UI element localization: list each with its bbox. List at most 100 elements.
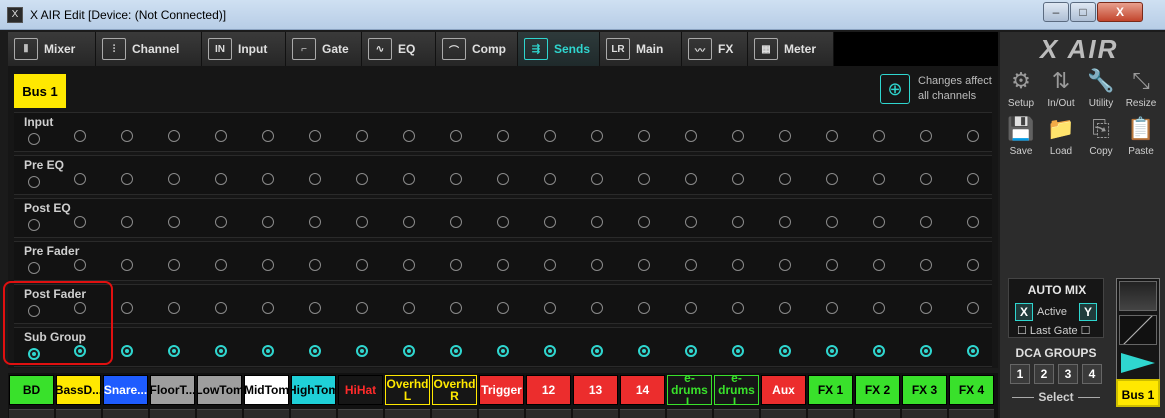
send-point-radio[interactable] (685, 259, 697, 271)
send-point-radio[interactable] (779, 173, 791, 185)
channel-strip-handle[interactable] (714, 409, 759, 418)
copy-button[interactable]: ⎘ Copy (1082, 114, 1120, 157)
channel-button[interactable]: Overhd L (385, 375, 430, 405)
channel-strip-handle[interactable] (573, 409, 618, 418)
channel-button[interactable]: MidTom (244, 375, 289, 405)
send-point-radio[interactable] (356, 173, 368, 185)
send-point-radio[interactable] (497, 173, 509, 185)
channel-button[interactable]: 14 (620, 375, 665, 405)
tab-input[interactable]: IN Input (202, 32, 286, 66)
channel-strip-handle[interactable] (244, 409, 289, 418)
send-point-radio[interactable] (544, 216, 556, 228)
send-point-radio[interactable] (544, 302, 556, 314)
paste-button[interactable]: 📋 Paste (1122, 114, 1160, 157)
channel-strip-handle[interactable] (479, 409, 524, 418)
send-point-radio[interactable] (685, 130, 697, 142)
channel-button[interactable]: 13 (573, 375, 618, 405)
bus-badge[interactable]: Bus 1 (14, 74, 66, 108)
send-point-radio[interactable] (591, 259, 603, 271)
send-point-radio[interactable] (356, 302, 368, 314)
channel-strip-handle[interactable] (855, 409, 900, 418)
send-point-radio[interactable] (591, 130, 603, 142)
send-point-radio[interactable] (591, 302, 603, 314)
tab-gate[interactable]: ⌐ Gate (286, 32, 362, 66)
channel-button[interactable]: FX 2 (855, 375, 900, 405)
send-point-radio[interactable] (450, 130, 462, 142)
channel-button[interactable]: BD (9, 375, 54, 405)
send-point-radio[interactable] (215, 302, 227, 314)
automix-x-button[interactable]: X (1015, 303, 1033, 321)
dca-group-2-button[interactable]: 2 (1034, 364, 1054, 384)
channel-button[interactable]: 12 (526, 375, 571, 405)
send-point-radio[interactable] (591, 173, 603, 185)
tab-mixer[interactable]: ⦀ Mixer (8, 32, 96, 66)
send-point-radio[interactable] (309, 173, 321, 185)
channel-button[interactable]: LowTom (197, 375, 242, 405)
send-point-radio[interactable] (309, 302, 321, 314)
send-point-radio[interactable] (356, 130, 368, 142)
channel-button[interactable]: HighTom (291, 375, 336, 405)
send-point-radio[interactable] (262, 302, 274, 314)
send-point-radio[interactable] (215, 259, 227, 271)
view-mode-1-button[interactable] (1119, 281, 1157, 311)
send-point-radio[interactable] (121, 345, 133, 357)
channel-strip-handle[interactable] (808, 409, 853, 418)
send-point-radio[interactable] (685, 302, 697, 314)
utility-button[interactable]: 🔧 Utility (1082, 66, 1120, 109)
send-point-radio[interactable] (779, 259, 791, 271)
channel-button[interactable]: Snare... (103, 375, 148, 405)
send-point-radio[interactable] (873, 345, 885, 357)
send-point-radio[interactable] (920, 259, 932, 271)
send-point-radio[interactable] (732, 130, 744, 142)
channel-button[interactable]: FX 1 (808, 375, 853, 405)
send-point-radio[interactable] (450, 216, 462, 228)
send-point-radio[interactable] (215, 130, 227, 142)
send-point-radio[interactable] (215, 345, 227, 357)
channel-strip-handle[interactable] (150, 409, 195, 418)
send-point-radio[interactable] (685, 173, 697, 185)
send-point-radio[interactable] (168, 130, 180, 142)
send-point-radio[interactable] (309, 345, 321, 357)
send-point-radio[interactable] (732, 259, 744, 271)
send-point-radio[interactable] (215, 173, 227, 185)
send-point-radio[interactable] (967, 173, 979, 185)
send-point-radio[interactable] (356, 345, 368, 357)
send-point-radio[interactable] (309, 130, 321, 142)
load-button[interactable]: 📁 Load (1042, 114, 1080, 157)
channel-strip-handle[interactable] (949, 409, 994, 418)
send-point-radio[interactable] (450, 259, 462, 271)
channel-button[interactable]: e-drums L (667, 375, 712, 405)
send-point-radio[interactable] (262, 345, 274, 357)
channel-strip-handle[interactable] (338, 409, 383, 418)
send-point-radio[interactable] (450, 345, 462, 357)
tab-comp[interactable]: ⌒ Comp (436, 32, 518, 66)
send-point-radio[interactable] (873, 302, 885, 314)
send-point-radio[interactable] (403, 345, 415, 357)
send-point-radio[interactable] (732, 216, 744, 228)
send-point-radio[interactable] (591, 216, 603, 228)
send-point-radio[interactable] (544, 173, 556, 185)
send-point-radio[interactable] (544, 345, 556, 357)
send-point-radio[interactable] (544, 130, 556, 142)
channel-button[interactable]: e-drums L (714, 375, 759, 405)
send-point-radio[interactable] (873, 173, 885, 185)
send-point-radio[interactable] (168, 345, 180, 357)
send-point-radio[interactable] (262, 216, 274, 228)
close-button[interactable]: X (1097, 2, 1143, 22)
tab-channel[interactable]: ⫶ Channel (96, 32, 202, 66)
send-point-radio[interactable] (309, 216, 321, 228)
send-point-radio[interactable] (685, 345, 697, 357)
send-point-radio[interactable] (262, 259, 274, 271)
send-point-radio[interactable] (497, 302, 509, 314)
send-point-radio[interactable] (403, 302, 415, 314)
channel-strip-handle[interactable] (667, 409, 712, 418)
channel-strip-handle[interactable] (291, 409, 336, 418)
send-point-radio[interactable] (779, 345, 791, 357)
dca-group-4-button[interactable]: 4 (1082, 364, 1102, 384)
send-point-radio[interactable] (356, 259, 368, 271)
send-point-radio[interactable] (967, 130, 979, 142)
last-gate-toggle[interactable]: ☐ Last Gate ☐ (1017, 324, 1091, 337)
send-point-radio[interactable] (967, 259, 979, 271)
automix-y-button[interactable]: Y (1079, 303, 1097, 321)
channel-button[interactable]: FX 3 (902, 375, 947, 405)
